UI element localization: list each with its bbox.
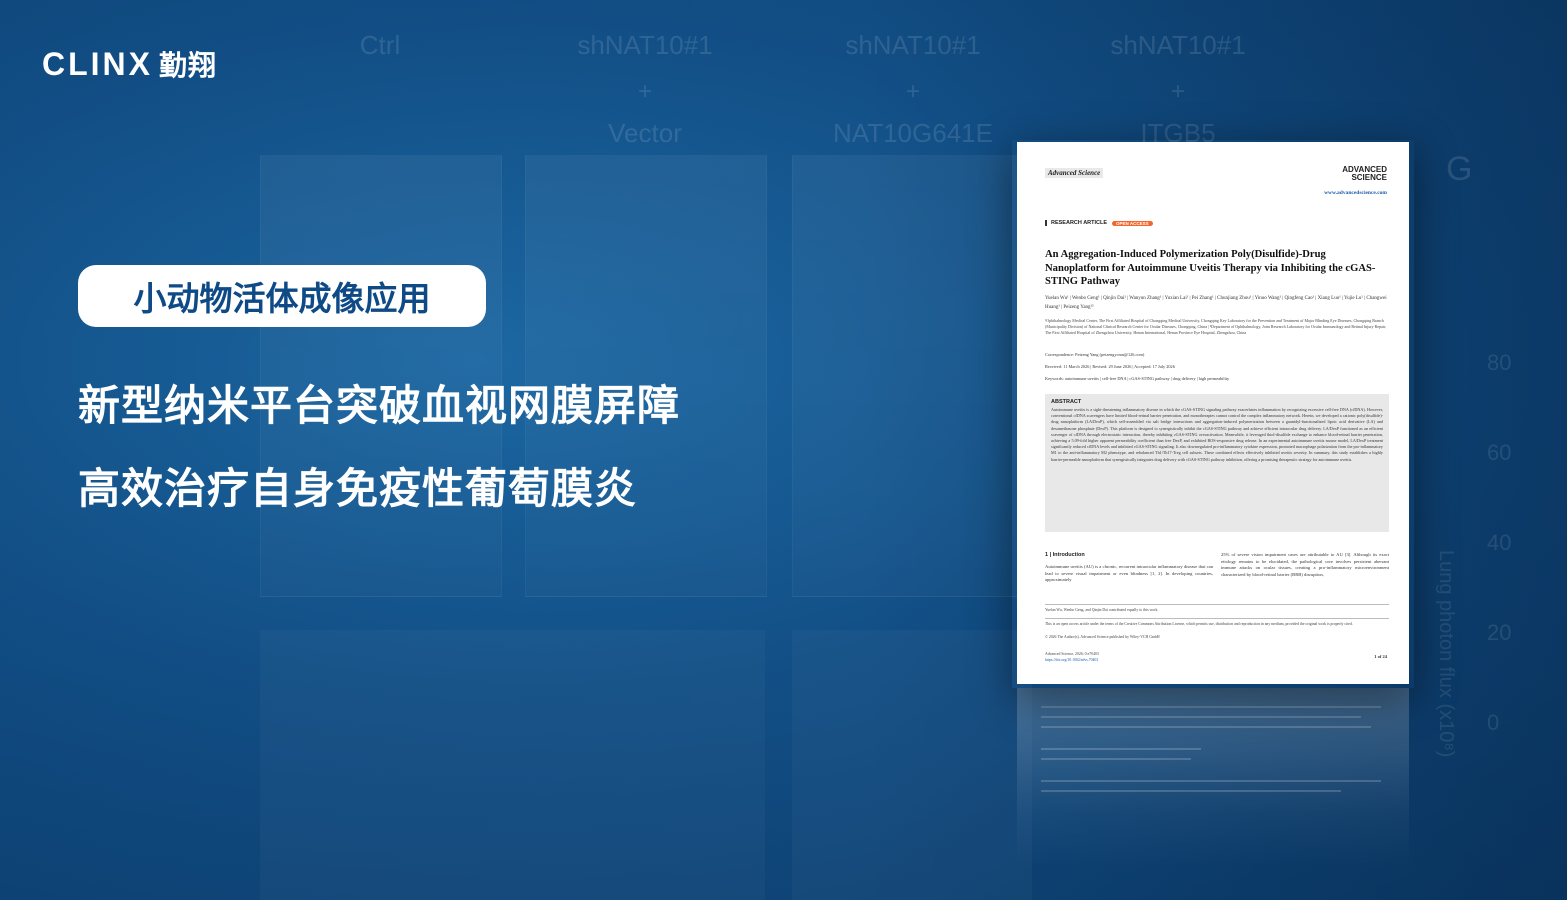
article-type: RESEARCH ARTICLE OPEN ACCESS xyxy=(1045,220,1153,226)
logo-wordmark: CLINX xyxy=(42,45,153,82)
bg-col2-sub: Vector xyxy=(608,118,682,148)
bg-axis-tick: 60 xyxy=(1487,440,1512,465)
bg-histology-panel xyxy=(792,630,1032,900)
paper-page-number: 1 of 24 xyxy=(1374,654,1387,659)
intro-left-column: Autoimmune uveitis (AU) is a chronic, re… xyxy=(1045,564,1213,583)
footnote-divider xyxy=(1045,618,1389,619)
bg-axis: 80 60 40 20 0 Lung photon flux (x10⁸) xyxy=(1435,350,1547,757)
bg-col4-label: shNAT10#1 xyxy=(1110,30,1246,60)
bg-col3-plus: + xyxy=(905,78,920,105)
bg-axis-label: Lung photon flux (x10⁸) xyxy=(1435,550,1457,758)
abstract-heading: ABSTRACT xyxy=(1051,399,1082,405)
paper-correspondence: Correspondence: Peizeng Yang (peizengycm… xyxy=(1045,352,1145,357)
open-access-badge: OPEN ACCESS xyxy=(1112,220,1153,226)
paper-dates: Received: 11 March 2026 | Revised: 29 Ju… xyxy=(1045,364,1175,369)
headline-line-2: 高效治疗自身免疫性葡萄膜炎 xyxy=(78,464,638,513)
logo-chinese-name: 勤翔 xyxy=(159,49,218,82)
bg-col3-label: shNAT10#1 xyxy=(845,30,981,60)
footnote-copyright: © 2026 The Author(s). Advanced Science p… xyxy=(1045,635,1160,639)
bg-axis-tick: 0 xyxy=(1487,710,1500,735)
intro-heading: 1 | Introduction xyxy=(1045,552,1085,558)
abstract-box: ABSTRACT Autoimmune uveitis is a sight-t… xyxy=(1045,394,1389,532)
journal-brand: ADVANCED SCIENCE xyxy=(1342,166,1387,182)
footnote-license: This is an open access article under the… xyxy=(1045,622,1353,626)
paper-citation: Advanced Science, 2026; 0:e70403 xyxy=(1045,652,1099,656)
bg-image-panel xyxy=(792,155,1034,597)
bg-axis-tick: 20 xyxy=(1487,620,1512,645)
bg-col2-label: shNAT10#1 xyxy=(577,30,713,60)
intro-right-column: 25% of severe vision impairment cases ar… xyxy=(1221,552,1389,577)
brand-logo: CLINX 勤翔 xyxy=(42,44,217,84)
bg-histology-panel xyxy=(260,630,765,900)
bg-axis-tick: 40 xyxy=(1487,530,1512,555)
category-tag: 小动物活体成像应用 xyxy=(78,265,486,327)
paper-affiliations: ¹Ophthalmology Medical Center, The First… xyxy=(1045,318,1387,335)
headline-line-1: 新型纳米平台突破血视网膜屏障 xyxy=(78,381,681,430)
journal-brand-line2: SCIENCE xyxy=(1351,173,1387,182)
bg-col4-plus: + xyxy=(1170,78,1185,105)
footnote-contribution: Yuelan Wu, Wenbo Geng, and Qinjin Dai co… xyxy=(1045,608,1159,612)
paper-doi: https://doi.org/10.1002/advs.70403 xyxy=(1045,658,1099,662)
paper-reflection xyxy=(1017,688,1409,868)
journal-name: Advanced Science xyxy=(1045,168,1104,178)
bg-panel-letter: G xyxy=(1446,150,1473,188)
abstract-text: Autoimmune uveitis is a sight-threatenin… xyxy=(1051,407,1383,462)
bg-col3-sub: NAT10G641E xyxy=(833,118,993,148)
paper-keywords: Keywords: autoimmune uveitis | cell-free… xyxy=(1045,376,1230,381)
paper-cover: Advanced Science ADVANCED SCIENCE www.ad… xyxy=(1017,142,1409,684)
bg-axis-tick: 80 xyxy=(1487,350,1512,375)
bg-col2-plus: + xyxy=(637,78,652,105)
article-type-label: RESEARCH ARTICLE xyxy=(1051,220,1108,226)
paper-authors: Yuelan Wu¹ | Wenbo Geng¹ | Qinjin Dai¹ |… xyxy=(1045,296,1387,310)
footnote-divider xyxy=(1045,604,1389,605)
bg-col1-label: Ctrl xyxy=(359,30,401,60)
journal-url: www.advancedscience.com xyxy=(1324,190,1387,196)
paper-title: An Aggregation-Induced Polymerization Po… xyxy=(1045,249,1376,287)
